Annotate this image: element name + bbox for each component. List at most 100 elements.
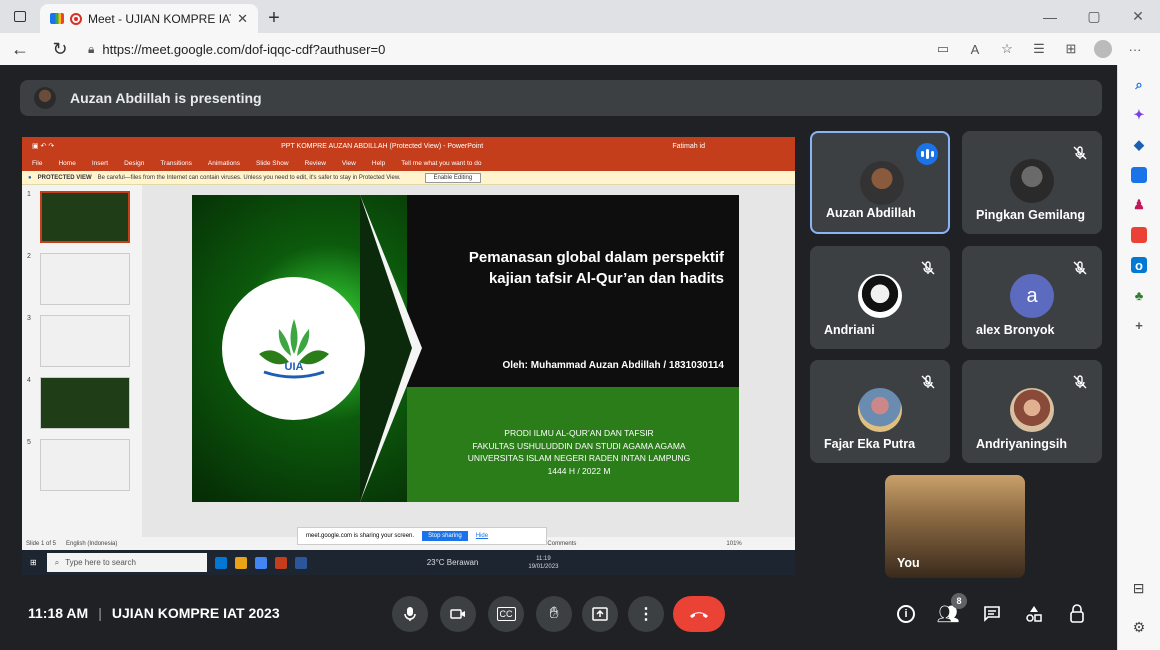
hide-link: Hide (475, 533, 489, 539)
tab-title: Meet - UJIAN KOMPRE IAT (88, 11, 232, 26)
mic-button[interactable] (392, 596, 428, 632)
participants-count-badge: 8 (951, 593, 967, 609)
chrome-app-icon (254, 556, 267, 569)
favorites-list-icon[interactable]: ☰ (1030, 41, 1048, 57)
lock-icon[interactable]: 🔒︎ (88, 42, 94, 57)
camera-button[interactable] (440, 596, 476, 632)
participant-name: Andriani (824, 323, 875, 337)
presenter-avatar (34, 87, 56, 109)
slide-title: Pemanasan global dalam perspektif kajian… (468, 249, 724, 287)
tools-briefcase-icon[interactable] (1131, 167, 1147, 183)
leave-call-button[interactable] (673, 596, 725, 632)
search-icon[interactable]: ⌕ (1131, 77, 1147, 93)
slide-thumbnail (40, 253, 130, 305)
slide-author: Oleh: Muhammad Auzan Abdillah / 18310301… (502, 360, 724, 371)
add-icon[interactable]: + (1131, 317, 1147, 333)
refresh-icon[interactable]: ↻ (40, 39, 80, 60)
ppt-menu-animations: Animations (207, 159, 241, 167)
settings-gear-icon[interactable]: ⚙︎ (1133, 619, 1146, 636)
sharing-message: meet.google.com is sharing your screen. (306, 533, 415, 539)
slide-prodi-line: PRODI ILMU AL-QUR’AN DAN TAFSIR (504, 428, 654, 438)
browser-tab-bar: Meet - UJIAN KOMPRE IAT ✕ + — ▢ ✕ (0, 0, 1160, 33)
ppt-menu-design: Design (124, 159, 145, 167)
logo-text: UIA (284, 361, 303, 373)
activities-button[interactable] (1023, 603, 1045, 625)
ppt-language: English (Indonesia) (66, 540, 118, 547)
avatar (1010, 388, 1054, 432)
presenting-text: Auzan Abdillah is presenting (70, 90, 262, 106)
present-button[interactable] (582, 596, 618, 632)
mic-off-icon (921, 261, 935, 275)
protected-message: Be careful—files from the Internet can c… (97, 174, 401, 181)
people-button[interactable]: 👥︎ 8 (937, 593, 967, 625)
collections-icon[interactable]: ⊞ (1062, 41, 1080, 57)
search-icon: ⌕ (54, 557, 60, 567)
profile-avatar[interactable] (1094, 40, 1112, 58)
protected-label: PROTECTED VIEW (37, 174, 92, 181)
maximize-button[interactable]: ▢ (1072, 0, 1116, 33)
camera-permission-icon[interactable]: ▭ (934, 41, 952, 57)
captions-button[interactable]: CC (488, 596, 524, 632)
taskbar-search-text: Type here to search (65, 558, 136, 567)
meet-favicon-icon (50, 13, 64, 24)
windows-start-icon: ⊞ (30, 558, 37, 567)
participant-tile[interactable]: Fajar Eka Putra (810, 360, 950, 463)
participant-tile[interactable]: Pingkan Gemilang (962, 131, 1102, 234)
chat-button[interactable] (981, 603, 1003, 625)
office-icon[interactable] (1131, 227, 1147, 243)
slide-chevron-inner (360, 195, 412, 502)
participant-tile[interactable]: a alex Bronyok (962, 246, 1102, 349)
more-menu-icon[interactable]: ··· (1126, 42, 1144, 57)
slide-thumbnail (40, 439, 130, 491)
slide-institution: PRODI ILMU AL-QUR’AN DAN TAFSIR FAKULTAS… (424, 427, 734, 477)
taskbar-clock: 11:19 19/01/2023 (528, 555, 558, 571)
tag-shopping-icon[interactable]: ◆ (1131, 137, 1147, 153)
close-window-button[interactable]: ✕ (1116, 0, 1160, 33)
url-field[interactable]: 🔒︎ https://meet.google.com/dof-iqqc-cdf?… (80, 42, 393, 57)
slide-thumbnail (40, 315, 130, 367)
end-call-icon (690, 612, 708, 618)
participant-tile[interactable]: Auzan Abdillah (810, 131, 950, 234)
ppt-comments: Comments (547, 540, 577, 547)
mic-off-icon (1073, 261, 1087, 275)
self-video-tile[interactable]: You (885, 475, 1025, 578)
meeting-time: 11:18 AM (28, 605, 89, 621)
minimize-button[interactable]: — (1028, 0, 1072, 33)
games-icon[interactable]: ♟ (1131, 197, 1147, 213)
tree-icon[interactable]: ♣ (1131, 287, 1147, 303)
thumb-number: 1 (27, 191, 31, 198)
participant-tile[interactable]: Andriyaningsih (962, 360, 1102, 463)
ppt-menu-insert: Insert (91, 159, 109, 167)
url-text[interactable]: https://meet.google.com/dof-iqqc-cdf?aut… (102, 42, 385, 57)
sparkle-copilot-icon[interactable]: ✦ (1131, 107, 1147, 123)
participant-name: Andriyaningsih (976, 437, 1067, 451)
slide-dark-panel (407, 195, 739, 387)
ppt-menu-transitions: Transitions (160, 159, 192, 167)
meeting-details-button[interactable]: i (895, 603, 917, 625)
favorite-star-icon[interactable]: ☆ (998, 41, 1016, 57)
close-tab-icon[interactable]: ✕ (237, 11, 248, 27)
tab-meet[interactable]: Meet - UJIAN KOMPRE IAT ✕ (40, 4, 258, 33)
outlook-icon[interactable]: o (1131, 257, 1147, 273)
ppt-menu-tellme: Tell me what you want to do (401, 159, 482, 167)
avatar (858, 274, 902, 318)
sidebar-panel-icon[interactable]: ⊟ (1133, 580, 1146, 597)
read-aloud-icon[interactable]: A (966, 42, 984, 57)
powerpoint-app-icon (274, 556, 287, 569)
host-controls-button[interactable] (1066, 603, 1088, 625)
hand-icon: ✋︎ (549, 605, 559, 622)
new-tab-button[interactable]: + (258, 4, 290, 33)
ppt-user: Fatimah id (672, 142, 705, 150)
more-options-button[interactable]: ⋮ (628, 596, 664, 632)
screen-sharing-bar: meet.google.com is sharing your screen. … (297, 527, 547, 545)
activities-shapes-icon (1026, 606, 1042, 622)
participant-name: Auzan Abdillah (826, 206, 916, 220)
lotus-logo-icon: UIA (258, 318, 329, 378)
present-screen-icon (592, 607, 608, 621)
raise-hand-button[interactable]: ✋︎ (536, 596, 572, 632)
tab-actions-icon[interactable] (0, 0, 40, 33)
participant-tile[interactable]: Andriani (810, 246, 950, 349)
back-arrow-icon[interactable]: ← (0, 39, 40, 60)
university-logo: UIA (222, 277, 365, 420)
ppt-title-bar: ▣ ↶ ↷ PPT KOMPRE AUZAN ABDILLAH (Protect… (22, 137, 795, 155)
